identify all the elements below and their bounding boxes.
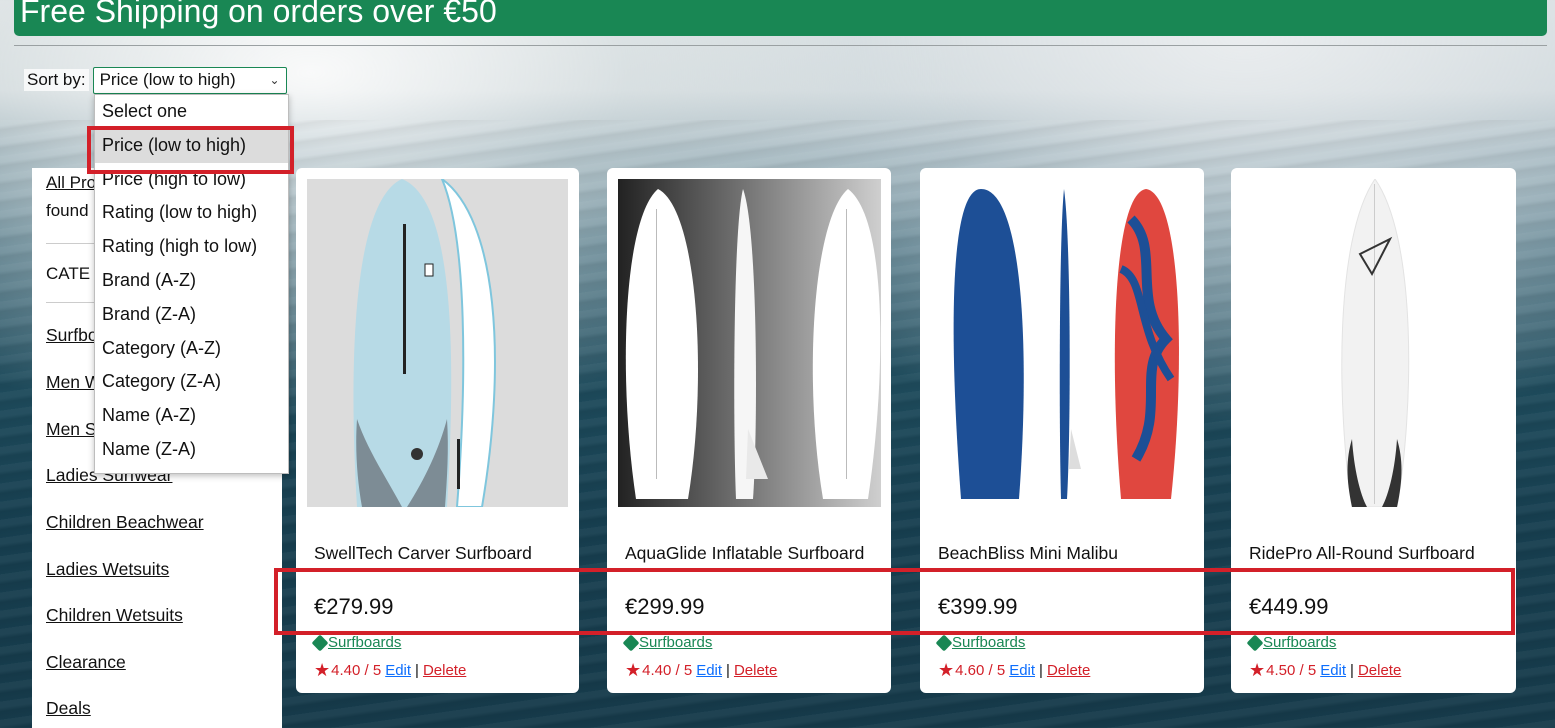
product-rating: 4.60 / 5 <box>955 662 1006 679</box>
delete-link[interactable]: Delete <box>1358 662 1401 679</box>
star-icon: ★ <box>314 660 331 680</box>
sort-option[interactable]: Select one <box>95 95 288 129</box>
product-image[interactable] <box>1242 179 1505 507</box>
link-separator: | <box>1350 662 1354 679</box>
product-category-link[interactable]: Surfboards <box>639 634 712 651</box>
sort-option[interactable]: Rating (low to high) <box>95 196 288 230</box>
link-separator: | <box>1039 662 1043 679</box>
sort-option[interactable]: Brand (Z-A) <box>95 298 288 332</box>
product-rating-row: ★ 4.60 / 5 Edit | Delete <box>938 660 1090 681</box>
product-rating: 4.40 / 5 <box>331 662 382 679</box>
delete-link[interactable]: Delete <box>1047 662 1090 679</box>
product-category-link[interactable]: Surfboards <box>952 634 1025 651</box>
product-price: €399.99 <box>938 594 1018 619</box>
sort-option[interactable]: Name (Z-A) <box>95 433 288 467</box>
edit-link[interactable]: Edit <box>1009 662 1035 679</box>
product-category: Surfboards <box>935 634 1025 651</box>
product-category-link[interactable]: Surfboards <box>328 634 401 651</box>
product-name[interactable]: SwellTech Carver Surfboard <box>314 539 532 567</box>
sidebar-item-men-surfwear[interactable]: Men S <box>46 419 97 440</box>
product-card: SwellTech Carver Surfboard €279.99 Surfb… <box>296 168 579 693</box>
sidebar-item-children-beachwear[interactable]: Children Beachwear <box>46 512 204 533</box>
delete-link[interactable]: Delete <box>423 662 466 679</box>
product-price: €299.99 <box>625 594 705 619</box>
product-card: AquaGlide Inflatable Surfboard €299.99 S… <box>607 168 891 693</box>
product-name[interactable]: RidePro All-Round Surfboard <box>1249 539 1475 567</box>
tag-icon <box>311 634 329 651</box>
star-icon: ★ <box>938 660 955 680</box>
tag-icon <box>622 634 640 651</box>
sort-option[interactable]: Name (A-Z) <box>95 399 288 433</box>
product-rating: 4.40 / 5 <box>642 662 693 679</box>
product-card: RidePro All-Round Surfboard €449.99 Surf… <box>1231 168 1516 693</box>
free-shipping-banner: Free Shipping on orders over €50 <box>14 0 1547 36</box>
product-rating-row: ★ 4.50 / 5 Edit | Delete <box>1249 660 1401 681</box>
product-price: €279.99 <box>314 594 394 619</box>
product-price: €449.99 <box>1249 594 1329 619</box>
tag-icon <box>1246 634 1264 651</box>
tag-icon <box>935 634 953 651</box>
star-icon: ★ <box>625 660 642 680</box>
banner-text: Free Shipping on orders over €50 <box>20 0 497 29</box>
sort-option[interactable]: Category (Z-A) <box>95 365 288 399</box>
sort-row: Sort by: Price (low to high) ⌄ <box>24 66 287 94</box>
product-name[interactable]: AquaGlide Inflatable Surfboard <box>625 539 864 567</box>
sort-option[interactable]: Brand (A-Z) <box>95 264 288 298</box>
sidebar-item-ladies-wetsuits[interactable]: Ladies Wetsuits <box>46 559 169 580</box>
link-separator: | <box>726 662 730 679</box>
product-rating-row: ★ 4.40 / 5 Edit | Delete <box>314 660 466 681</box>
sidebar-item-deals[interactable]: Deals <box>46 698 91 719</box>
product-image[interactable] <box>931 179 1194 507</box>
all-products-link[interactable]: All Pro <box>46 173 96 193</box>
star-icon: ★ <box>1249 660 1266 680</box>
categories-heading: CATE <box>46 264 91 283</box>
edit-link[interactable]: Edit <box>1320 662 1346 679</box>
product-card: BeachBliss Mini Malibu €399.99 Surfboard… <box>920 168 1204 693</box>
product-category: Surfboards <box>1246 634 1336 651</box>
product-image[interactable] <box>618 179 881 507</box>
product-rating-row: ★ 4.40 / 5 Edit | Delete <box>625 660 777 681</box>
products-found-text: found <box>46 201 89 220</box>
sidebar-item-surfboards[interactable]: Surfbo <box>46 325 98 346</box>
edit-link[interactable]: Edit <box>696 662 722 679</box>
product-name[interactable]: BeachBliss Mini Malibu <box>938 539 1118 567</box>
product-category: Surfboards <box>622 634 712 651</box>
sidebar-item-clearance[interactable]: Clearance <box>46 652 126 673</box>
edit-link[interactable]: Edit <box>385 662 411 679</box>
sidebar-item-children-wetsuits[interactable]: Children Wetsuits <box>46 605 183 626</box>
sort-option[interactable]: Category (A-Z) <box>95 332 288 366</box>
delete-link[interactable]: Delete <box>734 662 777 679</box>
chevron-down-icon: ⌄ <box>269 73 280 87</box>
banner-divider <box>14 45 1547 46</box>
product-rating: 4.50 / 5 <box>1266 662 1317 679</box>
link-separator: | <box>415 662 419 679</box>
product-image[interactable] <box>307 179 568 507</box>
sort-selected-value: Price (low to high) <box>99 70 236 89</box>
highlight-selected-option <box>87 126 294 174</box>
product-category-link[interactable]: Surfboards <box>1263 634 1336 651</box>
sort-option[interactable]: Rating (high to low) <box>95 230 288 264</box>
sort-select[interactable]: Price (low to high) ⌄ <box>92 66 287 94</box>
sort-label: Sort by: <box>24 69 89 91</box>
product-category: Surfboards <box>311 634 401 651</box>
